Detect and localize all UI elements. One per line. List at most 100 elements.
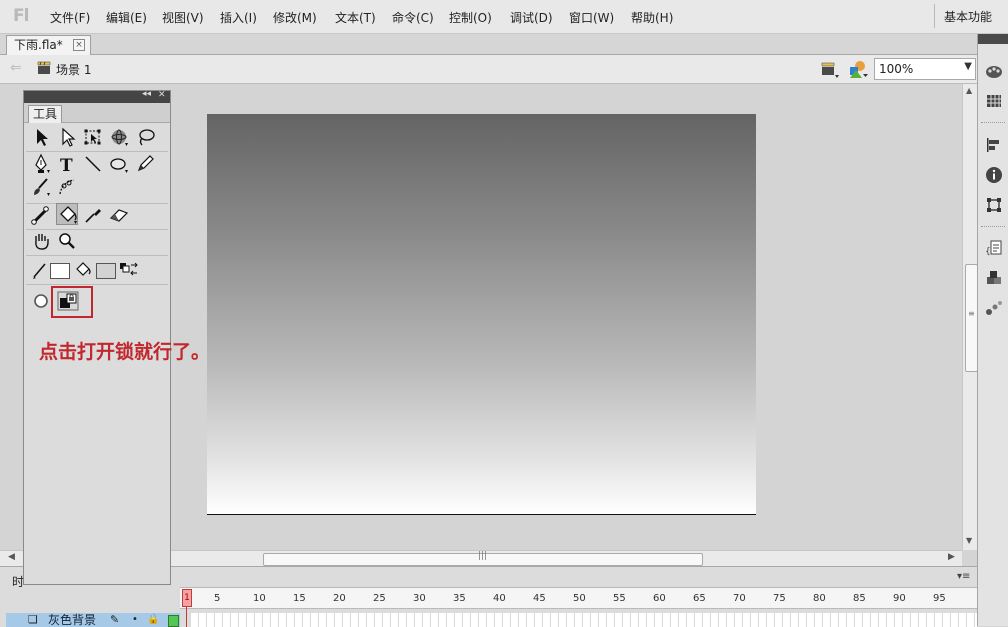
frame-ruler[interactable]: 1 5 10 15 20 25 30 35 40 45 50 55 60 65 … — [180, 587, 977, 609]
svg-text:{: { — [985, 247, 991, 257]
layer-color-swatch[interactable] — [168, 615, 179, 627]
lock-icon[interactable]: 🔒 — [147, 614, 159, 626]
grip-icon: ||| — [478, 551, 488, 561]
menu-insert[interactable]: 插入(I) — [220, 9, 257, 26]
tool-group-divider — [26, 151, 168, 152]
stroke-color-icon[interactable] — [29, 259, 51, 281]
frame-number: 85 — [853, 593, 866, 604]
scroll-down-icon[interactable]: ▼ — [966, 536, 972, 545]
menu-edit[interactable]: 编辑(E) — [106, 9, 147, 26]
frame-number: 5 — [214, 593, 221, 604]
menu-window[interactable]: 窗口(W) — [569, 9, 614, 26]
layer-frames[interactable] — [191, 613, 977, 627]
edit-scene-icon[interactable] — [820, 59, 840, 79]
tools-panel[interactable]: ◂◂ ✕ 工具 T 点击打开锁就行了。 — [23, 89, 210, 585]
menu-commands[interactable]: 命令(C) — [392, 9, 434, 26]
chevron-down-icon[interactable]: ▼ — [964, 61, 972, 72]
menu-divider — [934, 4, 935, 28]
collapse-icon[interactable]: ◂◂ — [142, 89, 151, 99]
code-snippets-icon[interactable]: { — [985, 239, 1003, 257]
fill-color-icon[interactable] — [73, 259, 95, 281]
frame-number: 75 — [773, 593, 786, 604]
object-drawing-icon[interactable] — [30, 290, 52, 312]
close-tab-icon[interactable]: × — [73, 39, 85, 51]
vertical-scrollbar[interactable]: ▲ ≡ ▼ — [962, 84, 978, 550]
frame-number: 25 — [373, 593, 386, 604]
tab-tools[interactable]: 工具 — [28, 105, 62, 123]
document-tab-bar — [0, 34, 977, 55]
annotation-text: 点击打开锁就行了。 — [39, 341, 211, 363]
scroll-right-icon[interactable]: ▶ — [948, 552, 955, 562]
dock-separator — [981, 122, 1005, 125]
layer-page-icon: ❏ — [28, 613, 38, 626]
frame-number: 90 — [893, 593, 906, 604]
workspace-switcher[interactable]: 基本功能 — [944, 8, 992, 25]
selection-icon[interactable] — [30, 126, 52, 148]
scroll-left-icon[interactable]: ◀ — [8, 552, 15, 562]
right-panel-dock: { — [977, 34, 1008, 626]
menu-help[interactable]: 帮助(H) — [631, 9, 673, 26]
swatches-panel-icon[interactable] — [985, 92, 1003, 110]
stroke-color-swatch[interactable] — [50, 263, 70, 279]
bone-icon[interactable] — [30, 204, 52, 226]
stage-canvas[interactable] — [207, 114, 756, 515]
text-icon[interactable]: T — [56, 153, 78, 176]
edit-symbols-icon[interactable] — [847, 58, 869, 80]
frame-number: 45 — [533, 593, 546, 604]
grip-icon: ≡ — [968, 309, 975, 318]
document-tab[interactable]: 下雨.fla* × — [6, 35, 91, 55]
menu-text[interactable]: 文本(T) — [335, 9, 376, 26]
tools-titlebar[interactable]: ◂◂ ✕ — [24, 89, 170, 103]
zoom-value: 100% — [879, 62, 914, 76]
swap-colors-icon[interactable] — [118, 259, 140, 281]
edit-pencil-icon[interactable]: ✎ — [110, 613, 119, 627]
menu-file[interactable]: 文件(F) — [50, 9, 90, 26]
zoom-select[interactable]: 100% ▼ — [874, 58, 976, 80]
free-transform-icon[interactable] — [82, 126, 104, 148]
menu-bar: Fl 文件(F) 编辑(E) 视图(V) 插入(I) 修改(M) 文本(T) 命… — [0, 0, 1008, 34]
lock-fill-icon[interactable] — [57, 290, 79, 312]
align-panel-icon[interactable] — [985, 136, 1003, 154]
layer-row[interactable]: ❏ 灰色背景 ✎ • 🔒 — [6, 613, 180, 627]
transform-panel-icon[interactable] — [985, 196, 1003, 214]
close-icon[interactable]: ✕ — [158, 90, 166, 100]
menu-modify[interactable]: 修改(M) — [273, 9, 317, 26]
horizontal-scroll-thumb[interactable]: ||| — [263, 551, 703, 566]
subselection-icon[interactable] — [56, 126, 78, 148]
playhead-line — [186, 606, 187, 627]
line-icon[interactable] — [82, 153, 104, 175]
frame-number: 20 — [333, 593, 346, 604]
dock-header — [978, 34, 1008, 44]
brush-icon[interactable] — [30, 176, 52, 198]
layer-name[interactable]: 灰色背景 — [48, 613, 96, 627]
panel-menu-icon[interactable]: ▾≡ — [957, 571, 970, 582]
frame-number: 15 — [293, 593, 306, 604]
3d-rotation-icon[interactable] — [108, 126, 130, 148]
menu-debug[interactable]: 调试(D) — [510, 9, 553, 26]
oval-icon[interactable] — [108, 153, 130, 175]
lasso-icon[interactable] — [134, 126, 156, 148]
info-panel-icon[interactable] — [985, 166, 1003, 184]
menu-control[interactable]: 控制(O) — [449, 9, 492, 26]
eyedropper-icon[interactable] — [82, 204, 104, 226]
eraser-icon[interactable] — [108, 204, 130, 226]
frame-number: 80 — [813, 593, 826, 604]
hand-icon[interactable] — [30, 230, 52, 252]
components-panel-icon[interactable] — [985, 269, 1003, 287]
frame-number: 35 — [453, 593, 466, 604]
playhead[interactable]: 1 — [182, 589, 192, 627]
visibility-dot-icon[interactable]: • — [132, 613, 138, 627]
deco-icon[interactable] — [56, 176, 78, 198]
frame-number: 60 — [653, 593, 666, 604]
fill-color-swatch[interactable] — [96, 263, 116, 279]
current-frame-marker[interactable]: 1 — [182, 589, 192, 607]
pen-icon[interactable] — [30, 153, 52, 175]
zoom-icon[interactable] — [56, 230, 78, 252]
back-arrow-icon[interactable]: ⇐ — [10, 60, 22, 76]
paint-bucket-icon[interactable] — [56, 203, 78, 225]
color-panel-icon[interactable] — [985, 62, 1003, 80]
scroll-up-icon[interactable]: ▲ — [966, 86, 972, 95]
pencil-icon[interactable] — [134, 153, 156, 175]
menu-view[interactable]: 视图(V) — [162, 9, 204, 26]
motion-presets-icon[interactable] — [985, 299, 1003, 317]
